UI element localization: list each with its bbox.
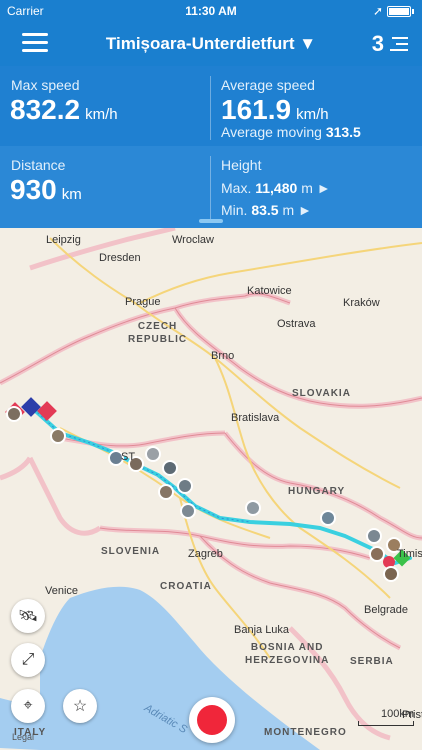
- scale-label: 100km: [380, 708, 414, 720]
- average-moving: Average moving 313.5: [221, 124, 361, 140]
- track-list-button[interactable]: 3: [372, 31, 408, 57]
- stats-row-speed: Max speed 832.2 km/h Average speed 161.9 k…: [0, 66, 422, 146]
- status-right: ➚: [373, 4, 414, 18]
- city-label: Dresden: [99, 252, 141, 264]
- country-label: MONTENEGRO: [264, 727, 347, 738]
- map-view[interactable]: Leipzig Wroclaw Dresden Prague Katowice …: [0, 228, 422, 750]
- country-label: BOSNIA AND HERZEGOVINA: [245, 642, 330, 666]
- location-icon: ➚: [372, 4, 383, 18]
- battery-tip: [412, 8, 414, 14]
- status-bar: Carrier 11:30 AM ➚: [0, 0, 422, 22]
- city-label: Ostrava: [277, 318, 316, 330]
- track-count: 3: [371, 31, 384, 56]
- expand-icon[interactable]: ⤢: [11, 643, 45, 677]
- height-label: Height: [221, 157, 262, 173]
- city-label: Leipzig: [46, 234, 81, 246]
- record-button[interactable]: [189, 697, 235, 743]
- panel-drag-handle[interactable]: [199, 219, 223, 223]
- stats-panel: Max speed 832.2 km/h Average speed 161.9 k…: [0, 66, 422, 228]
- add-favorite-icon[interactable]: ☆: [63, 689, 97, 723]
- country-label: SERBIA: [350, 656, 394, 667]
- city-label: Timis: [397, 548, 422, 560]
- city-label: Wroclaw: [172, 234, 214, 246]
- height-min[interactable]: Min. 83.5 m ►: [221, 202, 312, 218]
- city-label: Banja Luka: [234, 624, 290, 636]
- city-label: ST: [121, 451, 136, 463]
- average-speed-value: 161.9 km/h: [221, 94, 329, 125]
- map-scale: 100km: [358, 708, 414, 726]
- locate-icon[interactable]: ⌖: [11, 689, 45, 723]
- max-speed-value: 832.2 km/h: [10, 94, 118, 125]
- average-speed-label: Average speed: [221, 77, 315, 93]
- city-label: Kraków: [343, 297, 380, 309]
- distance-value: 930 km: [10, 174, 82, 205]
- country-label: SLOVAKIA: [292, 388, 351, 399]
- city-label: Prague: [125, 296, 161, 308]
- height-max[interactable]: Max. 11,480 m ►: [221, 180, 331, 196]
- divider: [210, 76, 211, 140]
- distance-label: Distance: [11, 157, 66, 173]
- country-label: HUNGARY: [288, 486, 346, 497]
- battery-icon: [387, 5, 411, 17]
- scale-bar: [358, 721, 414, 726]
- country-label: CROATIA: [160, 581, 212, 592]
- country-label: SLOVENIA: [101, 546, 161, 557]
- list-icon: [388, 35, 408, 53]
- navigation-bar: Timișoara-Unterdietfurt ▼ 3: [0, 22, 422, 66]
- max-speed-label: Max speed: [11, 77, 80, 93]
- divider: [210, 156, 211, 220]
- satellite-icon[interactable]: 🛰: [11, 599, 45, 633]
- legal-link[interactable]: Legal: [12, 732, 34, 742]
- country-label: CZECH REPUBLIC: [128, 321, 188, 345]
- city-label: Venice: [45, 585, 79, 597]
- clock: 11:30 AM: [185, 4, 237, 18]
- track-selector[interactable]: Timișoara-Unterdietfurt ▼: [0, 34, 422, 54]
- city-label: Belgrade: [364, 604, 409, 616]
- city-label: Zagreb: [188, 548, 223, 560]
- city-label: Katowice: [247, 285, 292, 297]
- stats-row-distance: Distance 930 km Height Max. 11,480 m ► Mi…: [0, 146, 422, 228]
- city-label: Bratislava: [231, 412, 280, 424]
- city-label: Brno: [211, 350, 235, 362]
